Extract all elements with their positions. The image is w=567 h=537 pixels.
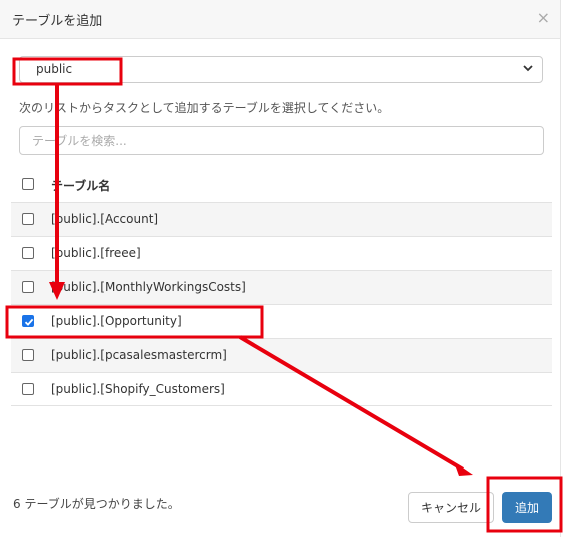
column-header-table-name: テーブル名 [51, 179, 111, 193]
row-checkbox[interactable] [22, 383, 34, 395]
select-all-checkbox[interactable] [22, 178, 34, 190]
schema-select-value: public [36, 62, 73, 76]
table-name-cell: [public].[Shopify_Customers] [51, 382, 225, 396]
schema-select[interactable]: public [19, 56, 543, 83]
dialog-title: テーブルを追加 [12, 14, 103, 29]
table-row[interactable]: [public].[Opportunity] [11, 304, 552, 338]
checkmark-icon [24, 318, 34, 326]
row-checkbox[interactable] [22, 281, 34, 293]
add-table-dialog: テーブルを追加 × public 次のリストからタスクとして追加するテーブルを選… [0, 0, 561, 537]
table-search-input[interactable] [19, 126, 544, 155]
table-name-cell: [public].[Opportunity] [51, 314, 182, 328]
table-row[interactable]: [public].[pcasalesmastercrm] [11, 338, 552, 372]
instruction-text: 次のリストからタスクとして追加するテーブルを選択してください。 [19, 101, 390, 115]
table-name-cell: [public].[freee] [51, 246, 141, 260]
table-header-row: テーブル名 [11, 168, 552, 202]
table-row[interactable]: [public].[Account] [11, 202, 552, 236]
row-checkbox-checked[interactable] [22, 315, 34, 327]
table-row[interactable]: [public].[freee] [11, 236, 552, 270]
table-name-cell: [public].[Account] [51, 212, 159, 226]
cancel-button[interactable]: キャンセル [408, 492, 494, 523]
add-button[interactable]: 追加 [502, 492, 552, 523]
table-row[interactable]: [public].[Shopify_Customers] [11, 372, 552, 406]
row-checkbox[interactable] [22, 247, 34, 259]
chevron-down-icon [523, 65, 533, 72]
table-row[interactable]: [public].[MonthlyWorkingsCosts] [11, 270, 552, 304]
table-name-cell: [public].[pcasalesmastercrm] [51, 348, 227, 362]
table-name-cell: [public].[MonthlyWorkingsCosts] [51, 280, 246, 294]
row-checkbox[interactable] [22, 349, 34, 361]
result-count-text: 6 テーブルが見つかりました。 [13, 497, 180, 511]
close-icon[interactable]: × [537, 10, 550, 26]
dialog-header: テーブルを追加 × [0, 0, 560, 39]
row-checkbox[interactable] [22, 213, 34, 225]
